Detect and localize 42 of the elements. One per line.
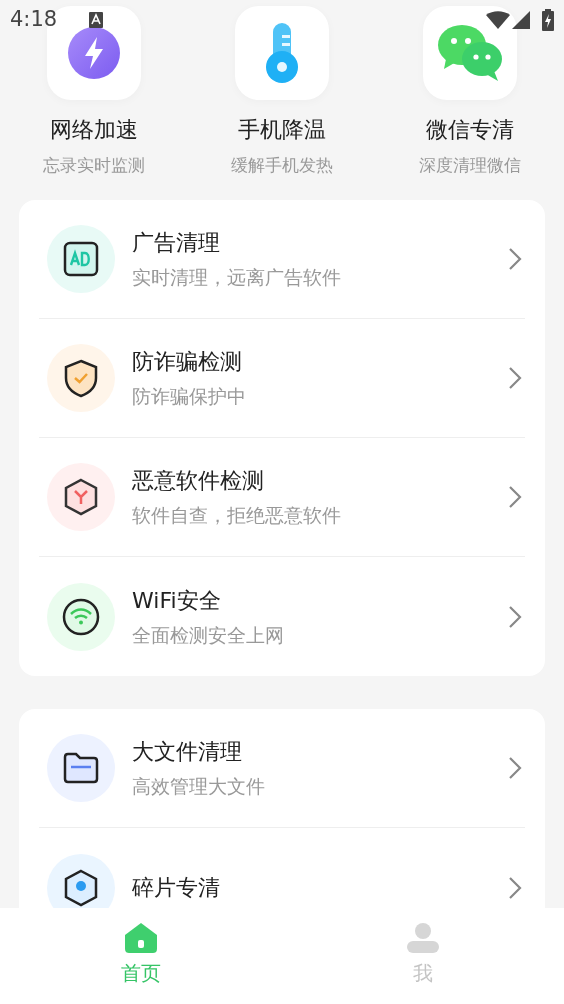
item-subtitle: 全面检测安全上网	[132, 622, 285, 647]
hexagon-icon	[63, 867, 99, 908]
keyboard-indicator-icon	[89, 12, 104, 28]
item-title: WiFi安全	[132, 586, 222, 615]
chevron-right-icon[interactable]	[508, 756, 522, 780]
item-title: 防诈骗检测	[132, 348, 243, 376]
chevron-right-icon[interactable]	[508, 875, 522, 900]
folder-icon	[62, 751, 100, 785]
chat-bubbles-icon	[436, 23, 504, 83]
item-title: 大文件清理	[132, 738, 243, 766]
shortcut-tile[interactable]	[235, 6, 329, 100]
item-title: 广告清理	[132, 229, 221, 257]
item-subtitle: 实时清理，远离广告软件	[132, 265, 342, 289]
home-icon	[124, 922, 158, 954]
battery-icon	[542, 9, 554, 31]
hexagon-icon	[63, 477, 99, 517]
chevron-right-icon[interactable]	[508, 247, 522, 271]
shortcut-title: 手机降温	[238, 116, 326, 144]
shortcut-title: 网络加速	[50, 116, 138, 144]
shortcut-subtitle: 忘录实时监测	[43, 154, 145, 176]
chevron-right-icon[interactable]	[508, 485, 522, 509]
person-icon	[406, 922, 440, 954]
item-title: 恶意软件检测	[132, 467, 265, 495]
lightning-icon	[66, 25, 122, 81]
item-subtitle: 软件自查，拒绝恶意软件	[132, 503, 342, 527]
ad-icon	[63, 241, 99, 277]
shortcut-title: 微信专清	[426, 116, 514, 144]
status-time: 4:18	[10, 6, 58, 34]
chevron-right-icon[interactable]	[508, 366, 522, 390]
shortcut-tile[interactable]	[423, 6, 517, 100]
shortcut-subtitle: 缓解手机发热	[231, 154, 333, 176]
item-subtitle: 高效管理大文件	[132, 774, 266, 798]
shortcut-subtitle: 深度清理微信	[419, 154, 521, 176]
item-title: 碎片专清	[132, 873, 221, 902]
tab-button[interactable]: 我	[282, 908, 564, 1004]
cell-signal-icon	[512, 11, 530, 29]
chevron-right-icon[interactable]	[508, 604, 522, 629]
wifi-signal-icon	[486, 11, 510, 29]
shield-check-icon	[63, 358, 99, 398]
wifi-icon	[62, 597, 100, 636]
item-subtitle: 防诈骗保护中	[132, 384, 247, 408]
tab-button[interactable]: 首页	[0, 908, 282, 1004]
